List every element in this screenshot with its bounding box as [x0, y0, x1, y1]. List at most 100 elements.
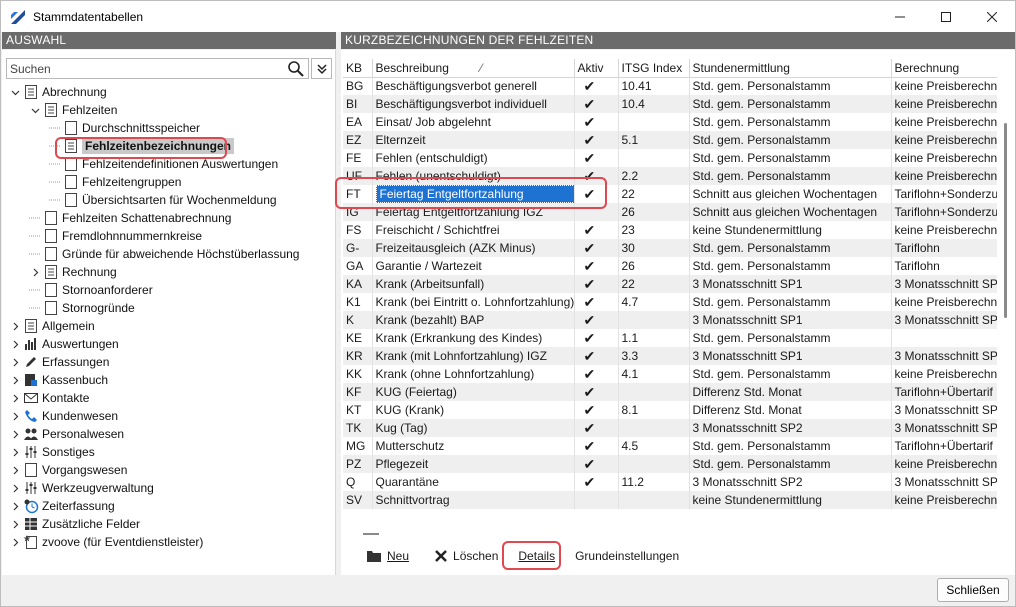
- table-row[interactable]: K Krank (bezahlt) BAP ✔ 3 Monatsschnitt SP1…: [343, 311, 997, 329]
- chevron-right-icon[interactable]: [29, 266, 41, 278]
- cell-beschreibung: Kug (Tag): [372, 419, 575, 437]
- table-row[interactable]: KE Krank (Erkrankung des Kindes) ✔ 1.1 Std. …: [343, 329, 997, 347]
- chevron-right-icon[interactable]: [9, 410, 21, 422]
- tree-item[interactable]: Stornogründe: [29, 299, 135, 317]
- tree-item[interactable]: Kundenwesen: [9, 407, 118, 425]
- tree-item[interactable]: zvoove (für Eventdienstleister): [9, 533, 203, 551]
- table-row[interactable]: FS Freischicht / Schichtfrei ✔ 23 keine Stun…: [343, 221, 997, 239]
- chevron-right-icon[interactable]: [9, 338, 21, 350]
- minimize-button[interactable]: [877, 1, 923, 32]
- tree-item[interactable]: Vorgangswesen: [9, 461, 127, 479]
- cell-kb: G-: [343, 239, 373, 257]
- search-icon[interactable]: [287, 60, 305, 78]
- chevron-down-icon[interactable]: [9, 86, 21, 98]
- new-button[interactable]: Neu: [367, 545, 409, 567]
- vertical-scrollbar[interactable]: [999, 59, 1013, 524]
- chevron-right-icon[interactable]: [9, 446, 21, 458]
- chevron-right-icon[interactable]: [9, 518, 21, 530]
- cell-itsg-index: 10.4: [618, 95, 690, 113]
- table-row[interactable]: FE Fehlen (entschuldigt) ✔ Std. gem. Person…: [343, 149, 997, 167]
- column-header-stundenermittlung[interactable]: Stundenermittlung: [689, 59, 892, 78]
- table-row[interactable]: TK Kug (Tag) ✔ 3 Monatsschnitt SP2 3 Monatss…: [343, 419, 997, 437]
- tree-connector: [29, 230, 41, 242]
- cell-itsg-index: 4.5: [618, 437, 690, 455]
- tree-item[interactable]: Übersichtsarten für Wochenmeldung: [49, 191, 277, 209]
- cell-aktiv: ✔: [574, 473, 619, 491]
- column-header-aktiv[interactable]: Aktiv: [574, 59, 619, 78]
- close-button[interactable]: Schließen: [937, 578, 1009, 602]
- table-row[interactable]: KF KUG (Feiertag) ✔ Differenz Std. Monat Tar…: [343, 383, 997, 401]
- tree-item[interactable]: Stornoanforderer: [29, 281, 153, 299]
- cell-stundenermittlung: Std. gem. Personalstamm: [689, 455, 892, 473]
- basic-settings-button[interactable]: Grundeinstellungen: [575, 545, 679, 567]
- cell-berechnung: 3 Monatsschnitt SP: [891, 473, 997, 491]
- table-row[interactable]: EA Einsat/ Job abgelehnt ✔ Std. gem. Person…: [343, 113, 997, 131]
- table-row[interactable]: KK Krank (ohne Lohnfortzahlung) ✔ 4.1 Std. g…: [343, 365, 997, 383]
- table-row[interactable]: SV Schnittvortrag keine Stundenermittlung k…: [343, 491, 997, 509]
- table-row[interactable]: KR Krank (mit Lohnfortzahlung) IGZ ✔ 3.3 3 M…: [343, 347, 997, 365]
- table-row[interactable]: Q Quarantäne ✔ 11.2 3 Monatsschnitt SP2 3 Mon…: [343, 473, 997, 491]
- chevron-right-icon[interactable]: [9, 374, 21, 386]
- chevron-down-icon[interactable]: [29, 104, 41, 116]
- tree-item[interactable]: Allgemein: [9, 317, 95, 335]
- table-row[interactable]: K1 Krank (bei Eintritt o. Lohnfortzahlung…: [343, 293, 997, 311]
- collapse-all-button[interactable]: [311, 58, 332, 79]
- cell-itsg-index: 30: [618, 239, 690, 257]
- tree-item[interactable]: Fehlzeiten Schattenabrechnung: [29, 209, 231, 227]
- column-header-kb[interactable]: KB: [343, 59, 373, 78]
- table-row[interactable]: EZ Elternzeit ✔ 5.1 Std. gem. Personalstamm k…: [343, 131, 997, 149]
- cell-beschreibung: Beschäftigungsverbot individuell: [372, 95, 575, 113]
- column-header-berechnung[interactable]: Berechnung: [891, 59, 997, 78]
- tree-item[interactable]: Zusätzliche Felder: [9, 515, 140, 533]
- checkmark-icon: ✔: [583, 347, 596, 364]
- chevron-right-icon[interactable]: [9, 482, 21, 494]
- tree-item[interactable]: Auswertungen: [9, 335, 119, 353]
- tree-item[interactable]: Fremdlohnnummernkreise: [29, 227, 202, 245]
- cell-aktiv: ✔: [574, 95, 619, 113]
- tree-item[interactable]: Erfassungen: [9, 353, 109, 371]
- delete-button[interactable]: Löschen: [435, 545, 498, 567]
- chevron-right-icon[interactable]: [9, 500, 21, 512]
- table-row[interactable]: KA Krank (Arbeitsunfall) ✔ 22 3 Monatsschnit…: [343, 275, 997, 293]
- close-window-button[interactable]: [969, 1, 1015, 32]
- cell-berechnung: keine Preisberechnu: [891, 365, 997, 383]
- tree-connector: [49, 122, 61, 134]
- chevron-right-icon[interactable]: [9, 392, 21, 404]
- tree-item[interactable]: Gründe für abweichende Höchstüberlassung: [29, 245, 299, 263]
- horizontal-scrollbar[interactable]: [363, 533, 379, 535]
- scrollbar-thumb[interactable]: [1004, 123, 1007, 318]
- cell-aktiv: ✔: [574, 419, 619, 437]
- table-row[interactable]: KT KUG (Krank) ✔ 8.1 Differenz Std. Monat 3 M…: [343, 401, 997, 419]
- tree-item[interactable]: Kassenbuch: [9, 371, 108, 389]
- cell-beschreibung: Krank (bezahlt) BAP: [372, 311, 575, 329]
- column-header-itsg-index[interactable]: ITSG Index: [618, 59, 690, 78]
- tree-item[interactable]: Personalwesen: [9, 425, 124, 443]
- tree-item[interactable]: Fehlzeitengruppen: [49, 173, 181, 191]
- tree-item[interactable]: Durchschnittsspeicher: [49, 119, 200, 137]
- chevron-right-icon[interactable]: [9, 428, 21, 440]
- chevron-right-icon[interactable]: [9, 320, 21, 332]
- chevron-right-icon[interactable]: [9, 536, 21, 548]
- chevron-right-icon[interactable]: [9, 464, 21, 476]
- table-row[interactable]: G- Freizeitausgleich (AZK Minus) ✔ 30 Std. g…: [343, 239, 997, 257]
- tree-item-label: Rechnung: [62, 265, 117, 279]
- column-header-beschreibung[interactable]: Beschreibung ⁄: [372, 59, 575, 78]
- maximize-button[interactable]: [923, 1, 969, 32]
- page-icon: [43, 300, 59, 316]
- tree-item[interactable]: Rechnung: [29, 263, 117, 281]
- search-input[interactable]: [7, 59, 277, 78]
- table-row[interactable]: GA Garantie / Wartezeit ✔ 26 Std. gem. Perso…: [343, 257, 997, 275]
- tree-item[interactable]: Sonstiges: [9, 443, 95, 461]
- tree-item[interactable]: Zeiterfassung: [9, 497, 115, 515]
- chevron-right-icon[interactable]: [9, 356, 21, 368]
- table-row[interactable]: BI Beschäftigungsverbot individuell ✔ 10.4 S…: [343, 95, 997, 113]
- tree-item[interactable]: Kontakte: [9, 389, 89, 407]
- table-row[interactable]: BG Beschäftigungsverbot generell ✔ 10.41 Std…: [343, 77, 997, 95]
- cell-stundenermittlung: Std. gem. Personalstamm: [689, 329, 892, 347]
- tree-item[interactable]: Werkzeugverwaltung: [9, 479, 154, 497]
- table-row[interactable]: PZ Pflegezeit ✔ Std. gem. Personalstamm kein…: [343, 455, 997, 473]
- tree-item[interactable]: Fehlzeiten: [29, 101, 117, 119]
- table-row[interactable]: MG Mutterschutz ✔ 4.5 Std. gem. Personalstam…: [343, 437, 997, 455]
- cell-aktiv: ✔: [574, 455, 619, 473]
- tree-item[interactable]: Abrechnung: [9, 83, 107, 101]
